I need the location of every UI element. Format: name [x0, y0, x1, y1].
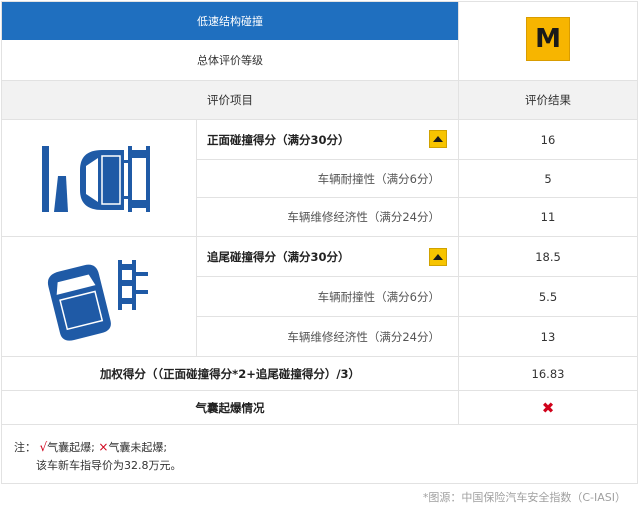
front-collision-score-label: 正面碰撞得分（满分30分） [207, 132, 350, 147]
rear-collision-score-label: 追尾碰撞得分（满分30分） [207, 249, 350, 264]
rear-repair-economy-label: 车辆维修经济性（满分24分） [287, 329, 440, 344]
cross-icon: ✖ [541, 398, 555, 417]
weighted-score-label: 加权得分（（正面碰撞得分*2+追尾碰撞得分）/3） [99, 366, 361, 381]
weighted-score-value: 16.83 [531, 366, 565, 381]
grade-badge: M [526, 17, 570, 61]
collapse-up-icon[interactable] [429, 248, 447, 266]
cross-icon: × [98, 440, 109, 454]
rear-crashworthiness-value: 5.5 [538, 289, 558, 304]
front-collision-score-value: 16 [540, 132, 556, 147]
deployed-text: 气囊起爆; [47, 441, 95, 454]
rear-collision-icon [44, 250, 152, 342]
front-repair-economy-value: 11 [540, 210, 556, 224]
front-repair-economy-label: 车辆维修经济性（满分24分） [287, 210, 440, 224]
collapse-up-icon[interactable] [429, 130, 447, 148]
front-crashworthiness-label: 车辆耐撞性（满分6分） [317, 171, 440, 186]
note-prefix: 注： [14, 441, 36, 454]
airbag-label: 气囊起爆情况 [195, 400, 265, 415]
notes: 注： √气囊起爆; ×气囊未起爆; 该车新车指导价为32.8万元。 [14, 438, 182, 475]
check-icon: √ [39, 440, 48, 454]
front-collision-icon [40, 140, 152, 218]
airbag-value: ✖ [459, 391, 637, 424]
column-header-result: 评价结果 [459, 81, 637, 119]
grade-label: 总体评价等级 [197, 54, 263, 67]
image-source: *图源：中国保险汽车安全指数（C-IASI） [422, 491, 626, 504]
front-crashworthiness-value: 5 [544, 171, 552, 186]
rear-collision-score-value: 18.5 [535, 249, 561, 264]
price-note: 该车新车指导价为32.8万元。 [36, 459, 182, 472]
column-header-item: 评价项目 [2, 81, 458, 119]
rear-crashworthiness-label: 车辆耐撞性（满分6分） [317, 289, 440, 304]
rear-repair-economy-value: 13 [540, 329, 556, 344]
legend-line: 注： √气囊起爆; ×气囊未起爆; [14, 438, 182, 457]
table-title: 低速结构碰撞 [2, 2, 458, 40]
not-deployed-text: 气囊未起爆; [108, 441, 168, 454]
